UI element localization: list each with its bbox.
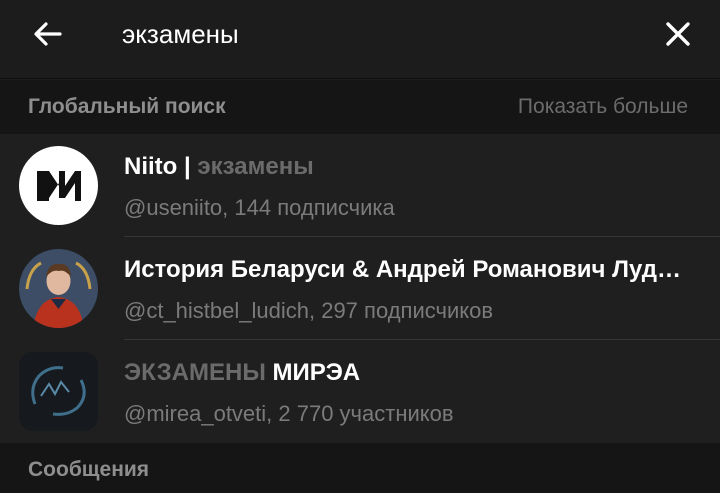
avatar <box>19 146 98 225</box>
result-subtitle: @mirea_otveti, 2 770 участников <box>124 401 454 426</box>
search-bar <box>0 0 720 79</box>
mirea-logo-icon <box>19 352 98 431</box>
search-result-mirea[interactable]: ЭКЗАМЕНЫ МИРЭА @mirea_otveti, 2 770 учас… <box>0 340 720 443</box>
clear-search-button[interactable] <box>658 14 698 54</box>
result-title: Niito | экзамены <box>124 153 314 180</box>
search-result-histbel[interactable]: История Беларуси & Андрей Романович Луди… <box>0 237 720 340</box>
result-title: История Беларуси & Андрей Романович Луди… <box>124 256 684 283</box>
arrow-left-icon <box>34 22 62 46</box>
niito-logo-icon <box>37 171 81 201</box>
section-title-messages: Сообщения <box>28 458 150 481</box>
avatar <box>19 352 98 431</box>
global-search-header: Глобальный поиск Показать больше <box>0 80 720 134</box>
result-title: ЭКЗАМЕНЫ МИРЭА <box>124 359 361 386</box>
back-button[interactable] <box>28 14 68 54</box>
search-input[interactable] <box>110 12 634 56</box>
person-photo-icon <box>19 249 98 328</box>
show-more-button[interactable]: Показать больше <box>518 95 688 119</box>
section-title-global: Глобальный поиск <box>28 95 226 118</box>
result-subtitle: @ct_histbel_ludich, 297 подписчиков <box>124 298 494 323</box>
close-icon <box>666 22 690 46</box>
result-subtitle: @useniito, 144 подписчика <box>124 195 395 220</box>
messages-header: Сообщения <box>0 443 720 493</box>
search-result-niito[interactable]: Niito | экзамены @useniito, 144 подписчи… <box>0 134 720 237</box>
avatar <box>19 249 98 328</box>
